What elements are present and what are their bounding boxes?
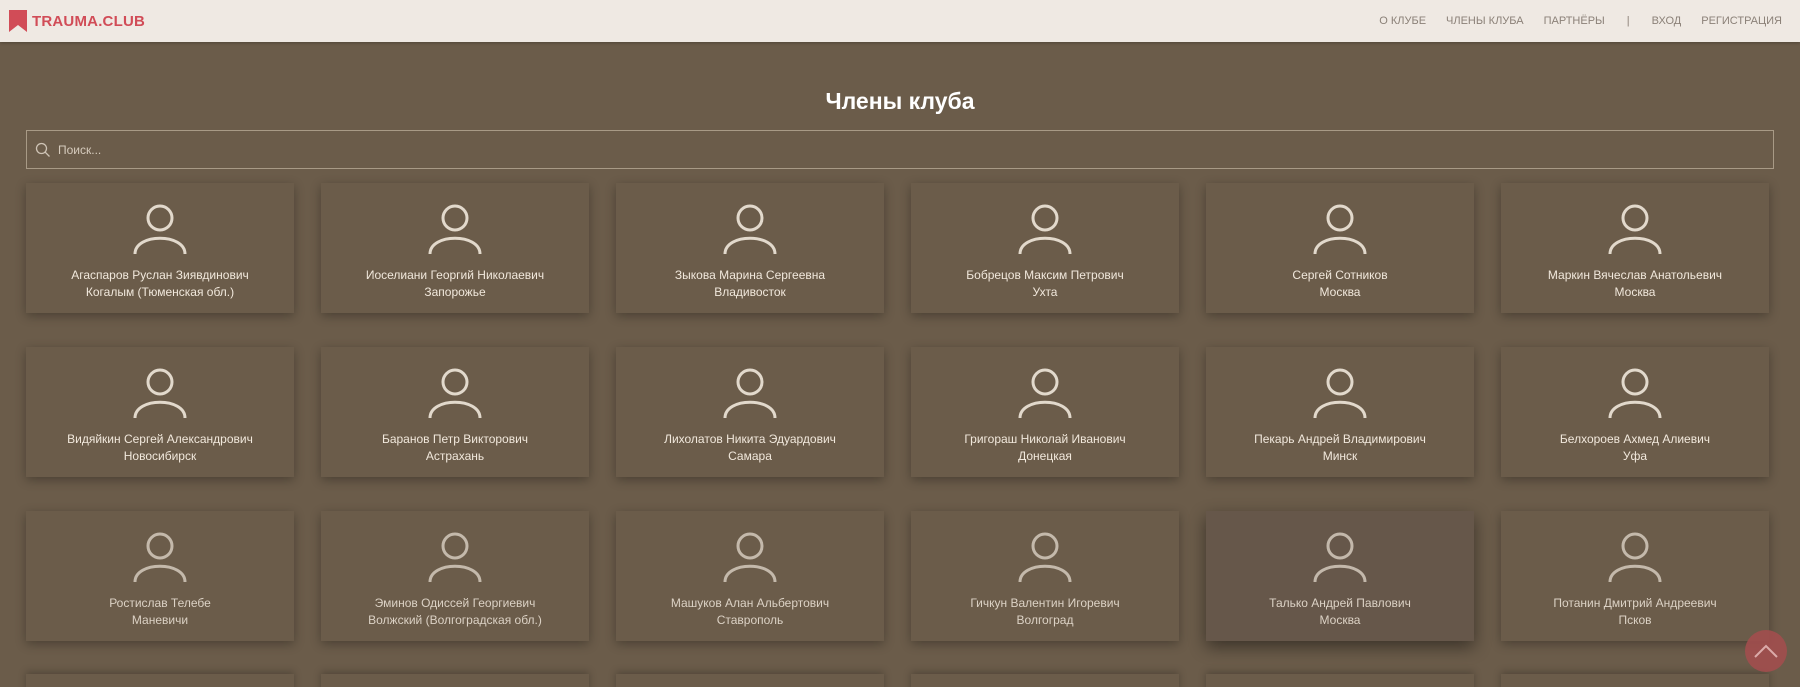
user-icon	[428, 204, 482, 255]
member-name: Белхороев Ахмед Алиевич	[1559, 432, 1711, 446]
user-icon	[133, 204, 187, 255]
member-card[interactable]: Зыкова Марина Сергеевна Владивосток	[616, 183, 884, 313]
member-name: Машуков Алан Альбертович	[670, 596, 830, 610]
user-icon	[1608, 204, 1662, 255]
nav-separator: |	[1626, 15, 1630, 27]
member-city: Минск	[1322, 449, 1358, 463]
member-name: Гичкун Валентин Игоревич	[970, 596, 1120, 610]
member-city: Когалым (Тюменская обл.)	[85, 285, 235, 299]
nav-register[interactable]: РЕГИСТРАЦИЯ	[1691, 15, 1792, 27]
member-card[interactable]: Лихолатов Никита Эдуардович Самара	[616, 347, 884, 477]
member-card[interactable]: Белхороев Ахмед Алиевич Уфа	[1501, 347, 1769, 477]
member-city: Москва	[1319, 613, 1361, 627]
brand-name: TRAUMA.CLUB	[32, 12, 146, 30]
member-card[interactable]: Потанин Дмитрий Андреевич Псков	[1501, 511, 1769, 641]
member-city: Маневичи	[131, 613, 189, 627]
member-city: Ухта	[1032, 285, 1058, 299]
page-title: Члены клуба	[825, 88, 975, 114]
member-card[interactable]: Маркин Вячеслав Анатольевич Москва	[1501, 183, 1769, 313]
member-city: Запорожье	[424, 285, 486, 299]
member-name: Маркин Вячеслав Анатольевич	[1547, 268, 1723, 282]
user-icon	[1018, 532, 1072, 583]
member-name: Потанин Дмитрий Андреевич	[1553, 596, 1717, 610]
user-icon	[428, 368, 482, 419]
bookmark-icon	[9, 10, 27, 32]
next-row-cards	[26, 674, 1769, 687]
member-city: Псков	[1618, 613, 1652, 627]
user-icon	[133, 532, 187, 583]
member-name: Бобрецов Максим Петрович	[966, 268, 1124, 282]
member-card-partial[interactable]	[26, 674, 294, 687]
member-name: Лихолатов Никита Эдуардович	[664, 432, 836, 446]
user-icon	[1608, 368, 1662, 419]
member-city: Донецкая	[1018, 449, 1072, 463]
member-name: Сергей Сотников	[1292, 268, 1388, 282]
nav-members[interactable]: ЧЛЕНЫ КЛУБА	[1436, 15, 1534, 27]
search-input[interactable]	[58, 142, 1773, 157]
member-card-partial[interactable]	[321, 674, 589, 687]
nav-login[interactable]: ВХОД	[1642, 15, 1692, 27]
member-name: Зыкова Марина Сергеевна	[674, 268, 826, 282]
brand-logo-link[interactable]: TRAUMA.CLUB	[8, 10, 145, 32]
member-card[interactable]: Ростислав Телебе Маневичи	[26, 511, 294, 641]
member-city: Москва	[1614, 285, 1656, 299]
main-nav: О КЛУБЕ ЧЛЕНЫ КЛУБА ПАРТНЁРЫ | ВХОД РЕГИ…	[1369, 15, 1792, 27]
member-name: Ростислав Телебе	[109, 596, 211, 610]
user-icon	[1313, 204, 1367, 255]
member-card-partial[interactable]	[911, 674, 1179, 687]
member-city: Ставрополь	[716, 613, 784, 627]
member-city: Владивосток	[714, 285, 786, 299]
member-card[interactable]: Талько Андрей Павлович Москва	[1206, 511, 1474, 641]
member-card[interactable]: Иоселиани Георгий Николаевич Запорожье	[321, 183, 589, 313]
user-icon	[1313, 368, 1367, 419]
member-city: Москва	[1319, 285, 1361, 299]
member-card[interactable]: Машуков Алан Альбертович Ставрополь	[616, 511, 884, 641]
user-icon	[723, 204, 777, 255]
member-name: Эминов Одиссей Георгиевич	[374, 596, 536, 610]
nav-partners[interactable]: ПАРТНЁРЫ	[1534, 15, 1615, 27]
member-city: Волжский (Волгоградская обл.)	[368, 613, 542, 627]
member-name: Баранов Петр Викторович	[381, 432, 529, 446]
member-card[interactable]: Гичкун Валентин Игоревич Волгоград	[911, 511, 1179, 641]
member-card[interactable]: Пекарь Андрей Владимирович Минск	[1206, 347, 1474, 477]
user-icon	[428, 532, 482, 583]
members-grid: Агаспаров Руслан Зиявдинович Когалым (Тю…	[26, 183, 1769, 641]
member-card[interactable]: Григораш Николай Иванович Донецкая	[911, 347, 1179, 477]
scroll-to-top-button[interactable]	[1745, 630, 1787, 672]
member-card[interactable]: Агаспаров Руслан Зиявдинович Когалым (Тю…	[26, 183, 294, 313]
member-name: Пекарь Андрей Владимирович	[1254, 432, 1426, 446]
user-icon	[1608, 532, 1662, 583]
user-icon	[1018, 368, 1072, 419]
member-city: Астрахань	[425, 449, 485, 463]
member-card[interactable]: Бобрецов Максим Петрович Ухта	[911, 183, 1179, 313]
nav-about[interactable]: О КЛУБЕ	[1369, 15, 1436, 27]
member-card[interactable]: Баранов Петр Викторович Астрахань	[321, 347, 589, 477]
chevron-up-icon	[1754, 644, 1778, 658]
member-city: Новосибирск	[123, 449, 197, 463]
search-icon	[35, 142, 50, 157]
user-icon	[723, 368, 777, 419]
member-name: Видяйкин Сергей Александрович	[67, 432, 253, 446]
member-card-partial[interactable]	[1501, 674, 1769, 687]
member-name: Григораш Николай Иванович	[964, 432, 1126, 446]
member-city: Волгоград	[1016, 613, 1074, 627]
member-card[interactable]: Эминов Одиссей Георгиевич Волжский (Волг…	[321, 511, 589, 641]
user-icon	[133, 368, 187, 419]
member-card-partial[interactable]	[616, 674, 884, 687]
member-card[interactable]: Сергей Сотников Москва	[1206, 183, 1474, 313]
member-name: Агаспаров Руслан Зиявдинович	[71, 268, 249, 282]
search-box[interactable]	[26, 130, 1774, 169]
member-city: Уфа	[1622, 449, 1648, 463]
member-name: Талько Андрей Павлович	[1269, 596, 1411, 610]
member-card[interactable]: Видяйкин Сергей Александрович Новосибирс…	[26, 347, 294, 477]
member-card-partial[interactable]	[1206, 674, 1474, 687]
navbar: TRAUMA.CLUB О КЛУБЕ ЧЛЕНЫ КЛУБА ПАРТНЁРЫ…	[0, 0, 1800, 42]
user-icon	[1018, 204, 1072, 255]
member-city: Самара	[728, 449, 772, 463]
user-icon	[723, 532, 777, 583]
member-name: Иоселиани Георгий Николаевич	[365, 268, 545, 282]
user-icon	[1313, 532, 1367, 583]
